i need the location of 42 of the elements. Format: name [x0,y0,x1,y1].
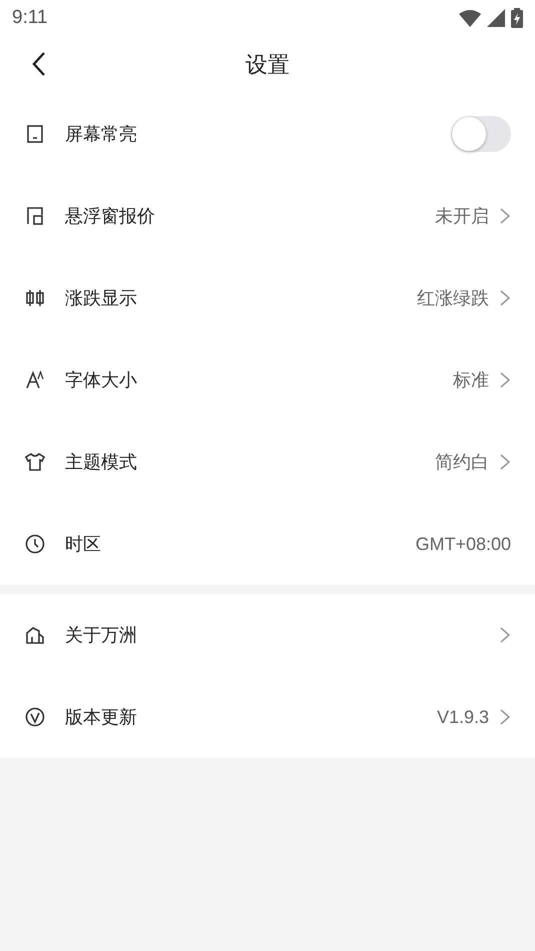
setting-value: GMT+08:00 [415,534,511,554]
window-icon [25,206,45,226]
setting-value: 简约白 [435,451,489,474]
toggle-switch[interactable] [451,116,511,152]
settings-row[interactable]: 版本更新 V1.9.3 [0,676,535,758]
settings-row[interactable]: 屏幕常亮 [0,93,535,175]
settings-row[interactable]: 涨跌显示 红涨绿跌 [0,257,535,339]
setting-label: 悬浮窗报价 [65,205,156,228]
font-size-icon [25,370,45,390]
wifi-icon [459,9,481,27]
setting-value: 未开启 [435,205,489,228]
phone-screen-icon [25,124,45,144]
settings-row[interactable]: 字体大小 标准 [0,339,535,421]
setting-label: 主题模式 [65,451,138,474]
setting-label: 版本更新 [65,706,138,729]
chevron-right-icon [499,371,511,389]
settings-row[interactable]: 主题模式 简约白 [0,421,535,503]
settings-row[interactable]: 时区 GMT+08:00 [0,503,535,585]
settings-row[interactable]: 悬浮窗报价 未开启 [0,175,535,257]
page-title: 设置 [246,50,290,78]
settings-row[interactable]: 关于万洲 [0,594,535,676]
chevron-right-icon [499,708,511,726]
chevron-right-icon [499,626,511,644]
battery-icon [511,8,523,28]
setting-label: 关于万洲 [65,624,138,647]
setting-label: 涨跌显示 [65,287,138,310]
setting-label: 时区 [65,533,102,556]
setting-label: 字体大小 [65,369,138,392]
chevron-right-icon [499,453,511,471]
signal-icon [487,9,505,27]
clock-icon [25,534,45,554]
candlestick-icon [25,288,45,308]
shirt-icon [25,452,45,472]
setting-value: V1.9.3 [436,706,489,728]
chevron-right-icon [499,289,511,307]
v-circle-icon [25,707,45,727]
setting-value: 标准 [453,369,489,392]
setting-value: 红涨绿跌 [417,287,489,310]
building-icon [25,625,45,645]
status-time: 9:11 [12,7,48,29]
chevron-right-icon [499,207,511,225]
setting-label: 屏幕常亮 [65,123,138,146]
